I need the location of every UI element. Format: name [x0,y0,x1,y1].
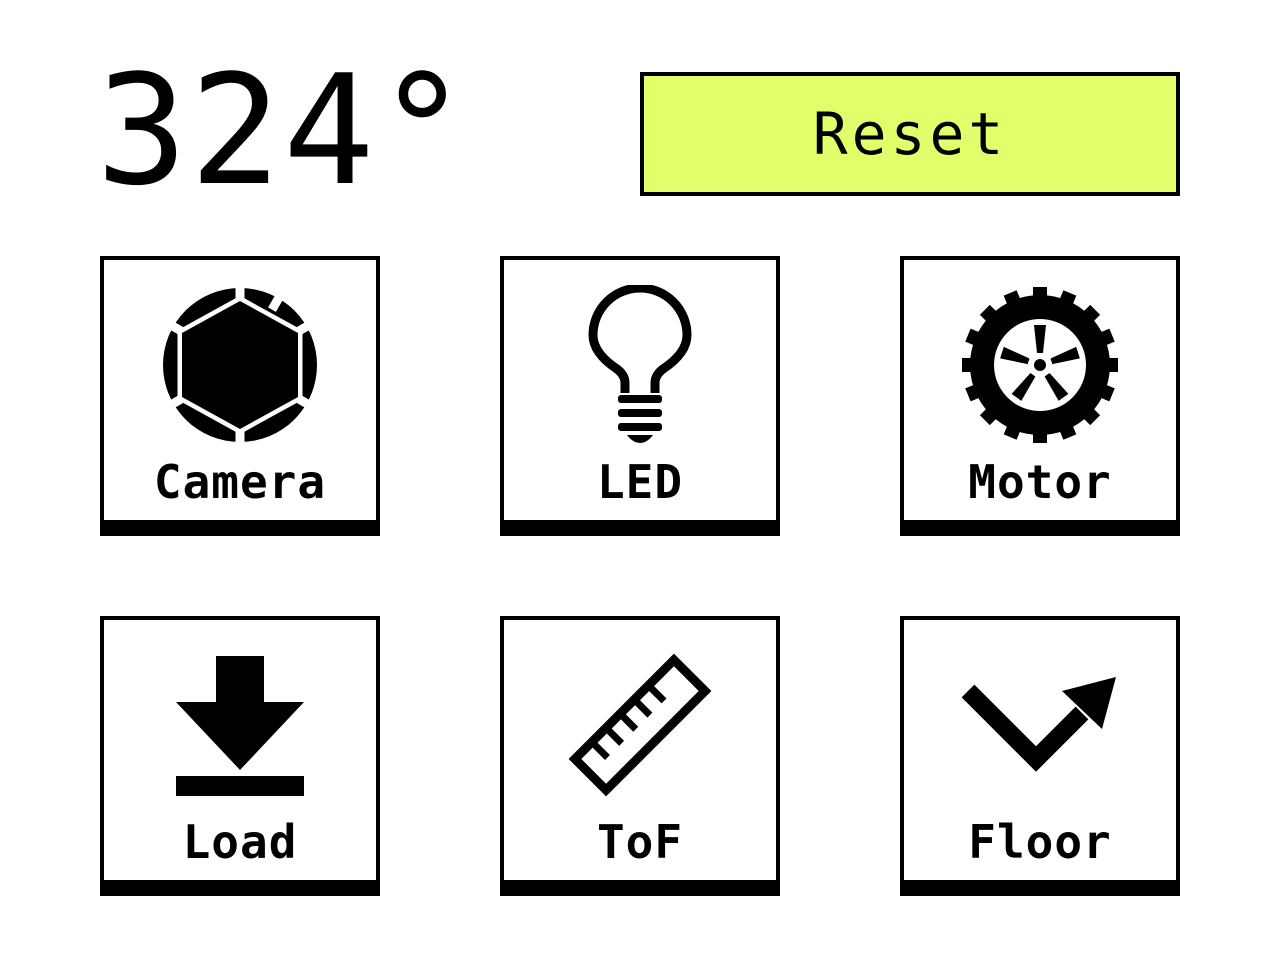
floor-label: Floor [968,815,1112,869]
ruler-icon [504,640,776,810]
camera-tile[interactable]: Camera [100,256,380,536]
camera-aperture-icon [104,280,376,450]
led-tile[interactable]: LED [500,256,780,536]
reset-button[interactable]: Reset [640,72,1180,196]
angle-readout: 324° [96,42,471,219]
tof-label: ToF [596,815,684,869]
load-tile[interactable]: Load [100,616,380,896]
reset-button-label: Reset [812,100,1008,168]
motor-label: Motor [968,455,1112,509]
tire-wheel-icon [904,280,1176,450]
led-label: LED [596,455,684,509]
trend-arrow-icon [904,640,1176,810]
tof-tile[interactable]: ToF [500,616,780,896]
floor-tile[interactable]: Floor [900,616,1180,896]
download-icon [104,640,376,810]
motor-tile[interactable]: Motor [900,256,1180,536]
lightbulb-icon [504,280,776,450]
load-label: Load [182,815,298,869]
camera-label: Camera [153,455,327,509]
